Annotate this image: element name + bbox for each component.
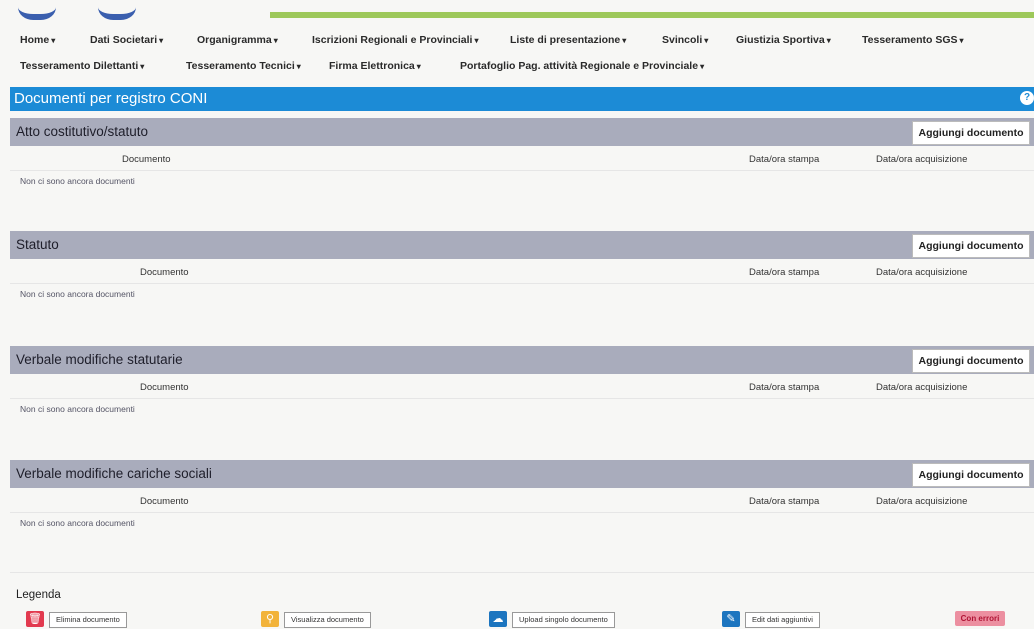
- legend-label: Edit dati aggiuntivi: [745, 612, 820, 628]
- column-header-data-stampa: Data/ora stampa: [749, 267, 820, 278]
- divider: [10, 170, 1034, 171]
- column-header-data-acquisizione: Data/ora acquisizione: [876, 382, 968, 393]
- nav-item-organigramma[interactable]: Organigramma ▾: [197, 34, 278, 46]
- section-title: Verbale modifiche statutarie: [16, 352, 183, 367]
- column-header-documento: Documento: [122, 154, 171, 165]
- page-title: Documenti per registro CONI: [14, 90, 208, 107]
- caret-down-icon: ▾: [704, 36, 709, 45]
- column-header-documento: Documento: [140, 267, 189, 278]
- top-banner: [0, 0, 1034, 22]
- caret-down-icon: ▾: [826, 36, 831, 45]
- section-title: Statuto: [16, 237, 59, 252]
- nav-item-home[interactable]: Home ▾: [20, 34, 55, 46]
- legend-label: Visualizza documento: [284, 612, 371, 628]
- section-header-bar: Verbale modifiche cariche sociali Aggiun…: [10, 460, 1034, 488]
- add-document-button[interactable]: Aggiungi documento: [912, 349, 1030, 373]
- legend-label: Elimina documento: [49, 612, 127, 628]
- divider: [10, 398, 1034, 399]
- divider: [10, 283, 1034, 284]
- add-document-button[interactable]: Aggiungi documento: [912, 234, 1030, 258]
- caret-down-icon: ▾: [159, 36, 164, 45]
- nav-item-iscrizioni[interactable]: Iscrizioni Regionali e Provinciali ▾: [312, 34, 478, 46]
- column-header-documento: Documento: [140, 496, 189, 507]
- column-header-data-stampa: Data/ora stampa: [749, 496, 820, 507]
- error-status-badge: Con errori: [955, 611, 1005, 626]
- empty-message: Non ci sono ancora documenti: [20, 404, 135, 414]
- caret-down-icon: ▾: [474, 36, 479, 45]
- section-title: Verbale modifiche cariche sociali: [16, 466, 212, 481]
- document-section: Atto costitutivo/statuto Aggiungi docume…: [10, 118, 1034, 218]
- help-icon[interactable]: ?: [1020, 91, 1034, 105]
- nav-item-tesseramento-tecnici[interactable]: Tesseramento Tecnici ▾: [186, 60, 301, 72]
- legend-label: Upload singolo documento: [512, 612, 615, 628]
- empty-message: Non ci sono ancora documenti: [20, 176, 135, 186]
- nav-item-liste-presentazione[interactable]: Liste di presentazione ▾: [510, 34, 626, 46]
- document-section: Verbale modifiche cariche sociali Aggiun…: [10, 460, 1034, 560]
- caret-down-icon: ▾: [959, 36, 964, 45]
- add-document-button[interactable]: Aggiungi documento: [912, 463, 1030, 487]
- nav-item-portafoglio[interactable]: Portafoglio Pag. attività Regionale e Pr…: [460, 60, 704, 72]
- column-header-data-acquisizione: Data/ora acquisizione: [876, 154, 968, 165]
- caret-down-icon: ▾: [416, 62, 421, 71]
- empty-message: Non ci sono ancora documenti: [20, 289, 135, 299]
- legend-title: Legenda: [16, 589, 61, 601]
- document-section: Verbale modifiche statutarie Aggiungi do…: [10, 346, 1034, 446]
- add-document-button[interactable]: Aggiungi documento: [912, 121, 1030, 145]
- section-title: Atto costitutivo/statuto: [16, 124, 149, 139]
- caret-down-icon: ▾: [273, 36, 278, 45]
- nav-item-svincoli[interactable]: Svincoli ▾: [662, 34, 708, 46]
- column-header-data-acquisizione: Data/ora acquisizione: [876, 496, 968, 507]
- nav-item-firma-elettronica[interactable]: Firma Elettronica ▾: [329, 60, 421, 72]
- caret-down-icon: ▾: [296, 62, 301, 71]
- column-header-data-stampa: Data/ora stampa: [749, 154, 820, 165]
- nav-item-dati-societari[interactable]: Dati Societari ▾: [90, 34, 163, 46]
- page-header: Documenti per registro CONI ?: [10, 87, 1034, 111]
- legend: Legenda 🗑 Elimina documento ⚲ Visualizza…: [10, 572, 1034, 628]
- nav-item-tesseramento-dilettanti[interactable]: Tesseramento Dilettanti ▾: [20, 60, 144, 72]
- caret-down-icon: ▾: [51, 36, 56, 45]
- caret-down-icon: ▾: [140, 62, 145, 71]
- accent-line: [270, 12, 1034, 18]
- caret-down-icon: ▾: [622, 36, 627, 45]
- caret-down-icon: ▾: [700, 62, 705, 71]
- document-section: Statuto Aggiungi documento Documento Dat…: [10, 231, 1034, 331]
- logo-chevron-icon: [98, 0, 136, 20]
- column-header-data-stampa: Data/ora stampa: [749, 382, 820, 393]
- column-header-data-acquisizione: Data/ora acquisizione: [876, 267, 968, 278]
- logo-chevron-icon: [18, 0, 56, 20]
- nav-item-giustizia-sportiva[interactable]: Giustizia Sportiva ▾: [736, 34, 831, 46]
- section-header-bar: Verbale modifiche statutarie Aggiungi do…: [10, 346, 1034, 374]
- empty-message: Non ci sono ancora documenti: [20, 518, 135, 528]
- column-header-documento: Documento: [140, 382, 189, 393]
- section-header-bar: Statuto Aggiungi documento: [10, 231, 1034, 259]
- section-header-bar: Atto costitutivo/statuto Aggiungi docume…: [10, 118, 1034, 146]
- divider: [10, 512, 1034, 513]
- nav-item-tesseramento-sgs[interactable]: Tesseramento SGS ▾: [862, 34, 964, 46]
